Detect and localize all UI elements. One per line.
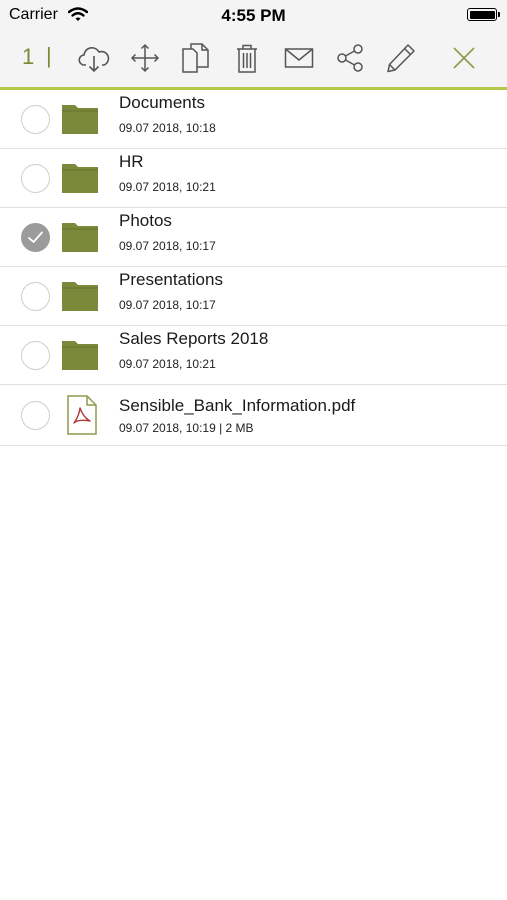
file-name: Photos bbox=[119, 211, 172, 230]
toolbar-separator: | bbox=[46, 43, 52, 68]
file-meta: 09.07 2018, 10:17 bbox=[119, 239, 216, 253]
checked-selection-circle[interactable] bbox=[21, 223, 50, 252]
delete-icon[interactable] bbox=[230, 41, 264, 75]
share-icon[interactable] bbox=[333, 41, 367, 75]
mail-icon[interactable] bbox=[282, 41, 316, 75]
selection-circle[interactable] bbox=[21, 164, 50, 193]
folder-icon bbox=[61, 160, 99, 199]
move-icon[interactable] bbox=[128, 41, 162, 75]
file-name: Sales Reports 2018 bbox=[119, 329, 269, 348]
file-row[interactable]: Sensible_Bank_Information.pdf 09.07 2018,… bbox=[0, 385, 507, 446]
file-meta: 09.07 2018, 10:21 bbox=[119, 180, 216, 194]
clock-time: 4:55 PM bbox=[221, 6, 286, 25]
file-row[interactable]: Documents 09.07 2018, 10:18 bbox=[0, 90, 507, 149]
status-bar: Carrier 4:55 PM bbox=[0, 0, 507, 30]
selection-circle[interactable] bbox=[21, 401, 50, 430]
file-row[interactable]: Presentations 09.07 2018, 10:17 bbox=[0, 267, 507, 326]
file-name: Presentations bbox=[119, 270, 223, 289]
close-icon[interactable] bbox=[447, 41, 481, 75]
file-row[interactable]: Photos 09.07 2018, 10:17 bbox=[0, 208, 507, 267]
file-name: HR bbox=[119, 152, 144, 171]
cloud-download-icon[interactable] bbox=[77, 41, 111, 75]
pdf-file-icon bbox=[66, 395, 98, 440]
file-name: Sensible_Bank_Information.pdf bbox=[119, 396, 356, 415]
file-row[interactable]: Sales Reports 2018 09.07 2018, 10:21 bbox=[0, 326, 507, 385]
battery-icon bbox=[467, 8, 500, 21]
file-meta: 09.07 2018, 10:19 | 2 MB bbox=[119, 421, 254, 435]
file-list: Documents 09.07 2018, 10:18 HR 09.07 2018, … bbox=[0, 90, 507, 446]
file-meta: 09.07 2018, 10:17 bbox=[119, 298, 216, 312]
folder-icon bbox=[61, 219, 99, 258]
file-meta: 09.07 2018, 10:18 bbox=[119, 121, 216, 135]
copy-icon[interactable] bbox=[179, 41, 213, 75]
selection-toolbar: 1 | bbox=[0, 30, 507, 90]
folder-icon bbox=[61, 337, 99, 376]
selection-circle[interactable] bbox=[21, 282, 50, 311]
file-row[interactable]: HR 09.07 2018, 10:21 bbox=[0, 149, 507, 208]
file-meta: 09.07 2018, 10:21 bbox=[119, 357, 216, 371]
file-name: Documents bbox=[119, 93, 205, 112]
rename-pencil-icon[interactable] bbox=[384, 41, 418, 75]
selection-circle[interactable] bbox=[21, 341, 50, 370]
selected-count: 1 bbox=[22, 44, 35, 69]
selection-circle[interactable] bbox=[21, 105, 50, 134]
folder-icon bbox=[61, 278, 99, 317]
folder-icon bbox=[61, 101, 99, 140]
